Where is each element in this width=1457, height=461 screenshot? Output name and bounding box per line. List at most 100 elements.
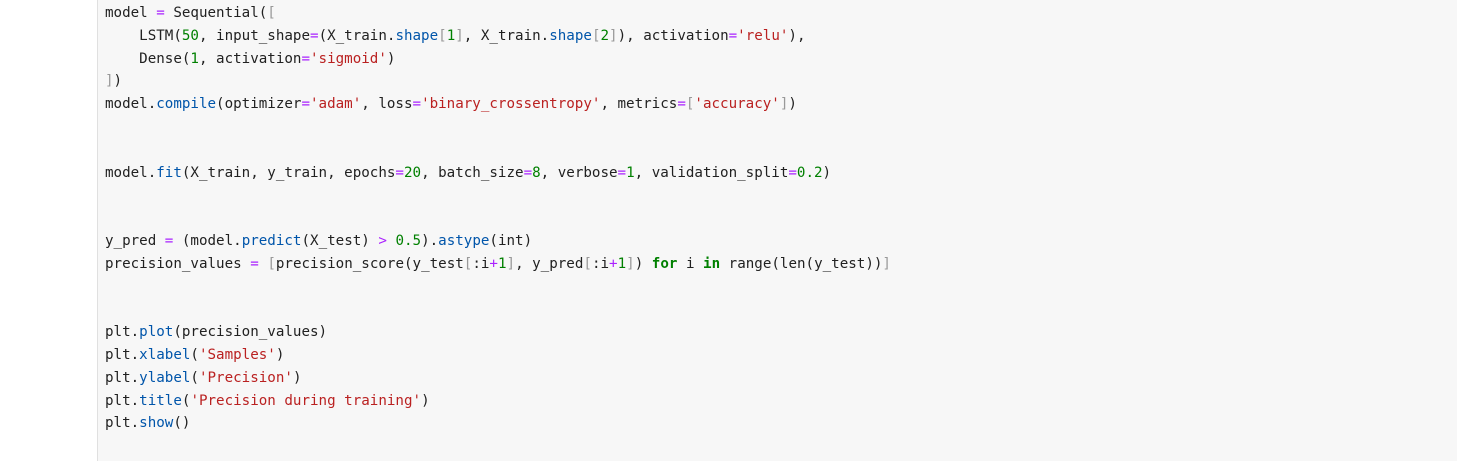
code-token: Dense( [105,50,191,67]
code-token: 20 [403,164,422,181]
code-token: title [139,392,182,409]
code-token: , verbose [540,164,618,181]
code-token: , validation_split [634,164,789,181]
code-token: = [677,96,686,113]
code-token: > [378,232,387,249]
code-token: ) [788,96,797,113]
code-line: plt.title('Precision during training') [105,390,891,413]
code-token: 'sigmoid' [310,50,387,67]
code-token: :i [591,255,610,272]
code-token: 'Precision during training' [190,392,422,409]
code-token: (X_test) [301,232,379,249]
code-token: ( [190,346,199,363]
code-token: shape [395,27,439,44]
code-token: ) [275,346,285,363]
code-token: xlabel [139,346,191,363]
code-token: , input_shape [198,27,311,44]
code-token: (optimizer [216,96,302,113]
notebook-page: model = Sequential([ LSTM(50, input_shap… [0,0,1457,461]
code-token: precision_values [105,255,251,272]
code-token: plt. [105,415,140,432]
code-token: 'adam' [310,96,362,113]
code-token: model. [105,164,157,181]
code-token: i [677,255,704,272]
code-token: = [617,164,627,181]
code-token: fit [156,164,182,181]
code-token: [ [438,27,447,44]
code-token: plot [139,324,174,341]
code-token: for [651,255,678,272]
code-token: ), [788,27,806,44]
code-token: plt. [105,369,140,386]
code-token: precision_score(y_test [275,255,464,272]
code-token: ) [113,73,123,90]
code-token: astype [438,232,490,249]
code-token: ), activation [617,27,729,44]
code-line: y_pred = (model.predict(X_test) > 0.5).a… [105,230,891,253]
code-token: (X_train. [318,27,396,44]
code-token: (X_train, y_train, epochs [181,164,396,181]
code-token: = [788,164,797,181]
code-token: = [523,164,533,181]
code-token: + [489,255,498,272]
code-token: 'relu' [737,27,789,44]
code-line: precision_values = [precision_score(y_te… [105,253,891,276]
code-token: in [703,255,721,272]
code-token: 1 [190,50,199,67]
code-token: = [412,96,422,113]
code-token: , X_train. [463,27,550,44]
code-token: , loss [361,96,413,113]
code-token: 1 [617,255,627,272]
code-editor[interactable]: model = Sequential([ LSTM(50, input_shap… [105,2,891,435]
code-token: show [139,415,174,432]
code-token: predict [241,232,302,249]
code-token: model [105,5,157,21]
code-token: 1 [497,255,507,272]
code-line: plt.xlabel('Samples') [105,344,891,367]
code-token: ylabel [139,369,191,386]
code-token: = [156,5,165,21]
code-line: model.fit(X_train, y_train, epochs=20, b… [105,162,891,185]
code-token: = [395,164,404,181]
code-token: (model. [173,232,242,249]
code-token: ) [386,50,396,67]
code-token: () [173,415,191,432]
code-token: ] [506,255,516,272]
code-token: y_pred [105,232,165,249]
code-token: [ [267,5,276,21]
code-token: , metrics [600,96,678,113]
code-line: plt.ylabel('Precision') [105,367,891,390]
code-token: = [250,255,259,272]
code-token: 50 [181,27,199,44]
code-token: ] [626,255,635,272]
code-token: plt. [105,324,140,341]
code-token: ) [421,392,430,409]
code-token: = [310,27,319,44]
code-token: ) [634,255,652,272]
code-token: ( [190,369,199,386]
code-token: 1 [626,164,635,181]
code-token: ] [105,73,114,90]
code-token: 1 [446,27,456,44]
code-token: ) [822,164,832,181]
code-token: shape [549,27,592,44]
code-token: plt. [105,346,140,363]
code-token: ) [292,369,302,386]
code-token: , batch_size [421,164,524,181]
code-line: model = Sequential([ [105,2,891,25]
code-line: LSTM(50, input_shape=(X_train.shape[1], … [105,25,891,48]
code-token: + [609,255,618,272]
code-token: 'binary_crossentropy' [421,96,601,113]
code-line: model.compile(optimizer='adam', loss='bi… [105,93,891,116]
code-token: Sequential( [164,5,268,21]
code-token: , y_pred [515,255,584,272]
code-line: plt.plot(precision_values) [105,321,891,344]
code-token: [ [267,255,276,272]
code-token: 2 [600,27,610,44]
